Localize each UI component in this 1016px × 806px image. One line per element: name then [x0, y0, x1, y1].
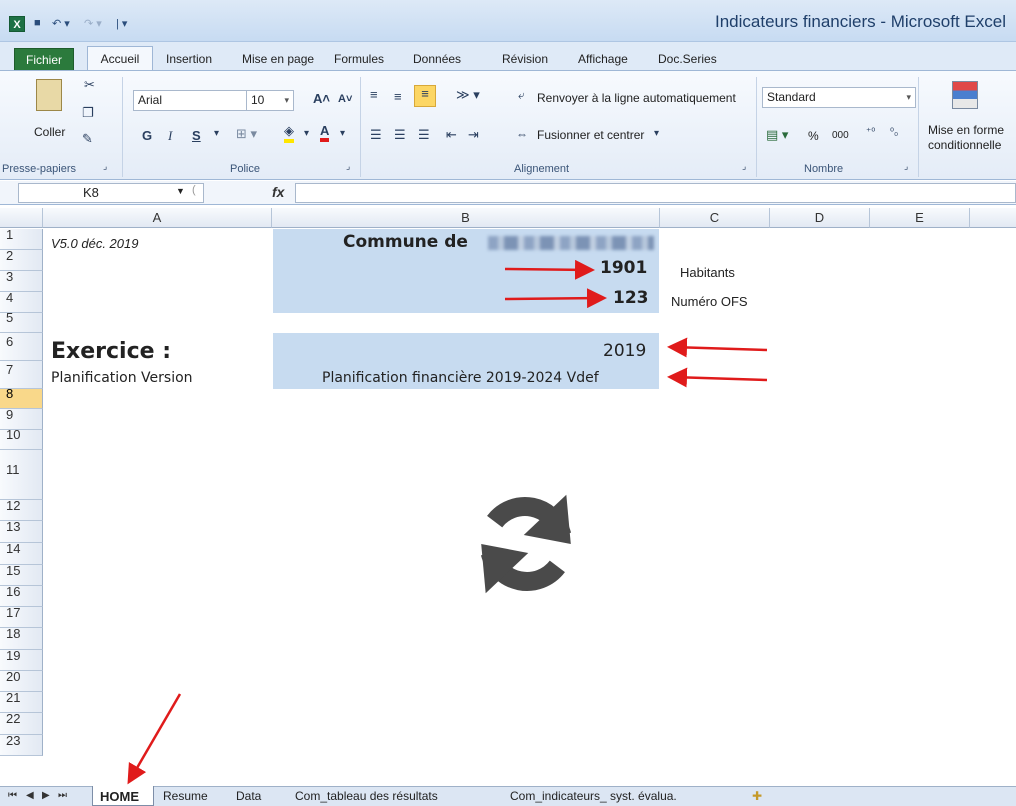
sheet-tab-resume[interactable]: Resume [163, 789, 208, 803]
sheet-tab-com-tableau[interactable]: Com_tableau des résultats [295, 789, 438, 803]
prev-sheet-icon[interactable]: ◀ [26, 790, 34, 801]
refresh-icon[interactable] [470, 488, 582, 600]
next-sheet-icon[interactable]: ▶ [42, 790, 50, 801]
arrow-to-ofs [504, 288, 607, 309]
sheet-tab-home-label: HOME [100, 789, 139, 804]
arrow-to-version [667, 367, 768, 388]
annotation-arrows [127, 259, 768, 785]
last-sheet-icon[interactable]: ⏭ [58, 790, 67, 801]
new-sheet-icon[interactable]: ✚ [752, 789, 762, 803]
sheet-tab-com-indicateurs[interactable]: Com_indicateurs_ syst. évalua. [510, 789, 677, 803]
arrow-to-home-tab [127, 693, 182, 785]
sheet-tab-bar: ⏮ ◀ ▶ ⏭ HOME Resume Data Com_tableau des… [0, 786, 1016, 806]
arrow-to-exercice [667, 337, 768, 358]
arrow-to-habitants [504, 259, 595, 280]
sheet-tab-data[interactable]: Data [236, 789, 261, 803]
first-sheet-icon[interactable]: ⏮ [8, 790, 17, 801]
